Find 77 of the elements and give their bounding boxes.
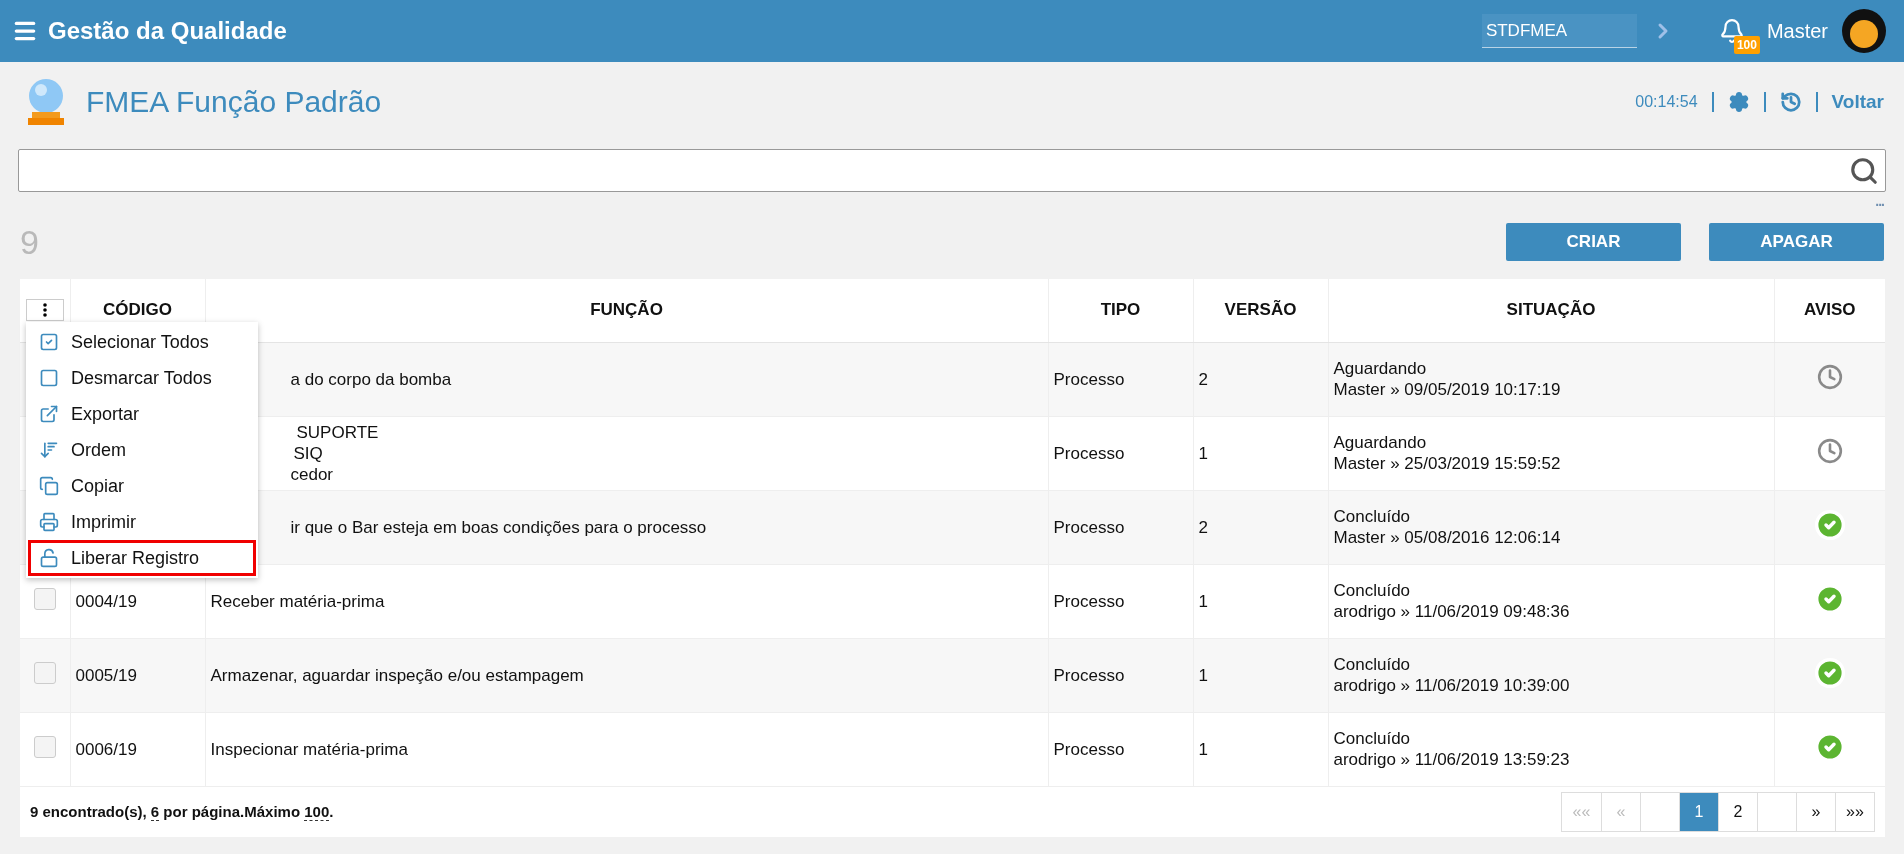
avatar[interactable] — [1842, 9, 1886, 53]
table-cell: Processo — [1053, 665, 1125, 685]
maximum-link[interactable]: 100 — [304, 803, 330, 821]
record-count: 9 — [20, 222, 40, 262]
table-cell: 0005/19 — [75, 665, 137, 685]
status-text: Aguardando — [1333, 432, 1428, 453]
table-cell: Processo — [1053, 517, 1125, 537]
external-link-icon — [39, 404, 59, 424]
table-cell: 0004/19 — [75, 591, 137, 611]
checked-box-icon — [39, 332, 59, 352]
table-cell-text: Receber matéria-prima — [210, 590, 386, 612]
row-checkbox[interactable] — [33, 661, 56, 684]
table-cell: 1 — [1198, 739, 1208, 759]
status-author-date: Master » 09/05/2019 10:17:19 — [1333, 379, 1562, 400]
clock-icon — [1816, 437, 1843, 464]
table-cell-text: Inspecionar matéria-prima — [210, 738, 409, 760]
table-cell: 1 — [1198, 665, 1208, 685]
column-header[interactable]: SITUAÇÃO — [1328, 279, 1774, 342]
table-cell-text: ir que o Bar esteja em boas condições para o processo — [289, 516, 708, 538]
table-cell: Processo — [1053, 739, 1125, 759]
clock-icon — [1816, 363, 1843, 390]
status-text: Concluído — [1333, 728, 1412, 749]
column-header[interactable]: AVISO — [1774, 279, 1885, 342]
menu-item[interactable]: Imprimir — [28, 504, 256, 540]
menu-item[interactable]: Desmarcar Todos — [28, 360, 256, 396]
table-cell: 0006/19 — [75, 739, 137, 759]
table-cell-text: a do corpo da bomba — [289, 368, 453, 390]
menu-item[interactable]: Exportar — [28, 396, 256, 432]
check-circle-icon — [1813, 508, 1846, 541]
create-button[interactable]: CRIAR — [1506, 223, 1681, 261]
column-header[interactable]: VERSÃO — [1193, 279, 1328, 342]
kebab-icon — [42, 303, 47, 318]
unlocked-padlock-icon — [39, 548, 59, 568]
row-checkbox[interactable] — [33, 735, 56, 758]
table-cell-text: SUPORTE SIQ cedor — [289, 421, 380, 485]
settings-icon[interactable] — [1727, 91, 1750, 113]
status-author-date: arodrigo » 11/06/2019 09:48:36 — [1333, 601, 1571, 622]
sort-icon — [39, 440, 59, 460]
table-cell-text: Armazenar, aguardar inspeção e/ou estampagem — [210, 664, 585, 686]
crystal-ball-icon — [26, 78, 66, 126]
page-title: FMEA Função Padrão — [86, 85, 383, 119]
row-checkbox[interactable] — [33, 587, 56, 610]
notification-badge: 100 — [1733, 36, 1760, 54]
printer-icon — [39, 512, 59, 532]
table-cell: 2 — [1198, 517, 1208, 537]
column-header[interactable]: TIPO — [1048, 279, 1193, 342]
status-author-date: arodrigo » 11/06/2019 13:59:23 — [1333, 749, 1571, 770]
delete-button[interactable]: APAGAR — [1709, 223, 1884, 261]
status-text: Concluído — [1333, 506, 1412, 527]
menu-item[interactable]: Copiar — [28, 468, 256, 504]
status-text: Aguardando — [1333, 358, 1428, 379]
table-cell: Processo — [1053, 443, 1125, 463]
search-field[interactable] — [18, 149, 1886, 192]
menu-item[interactable]: Liberar Registro — [28, 540, 256, 576]
status-author-date: Master » 05/08/2016 12:06:14 — [1333, 527, 1562, 548]
search-icon[interactable] — [1849, 155, 1879, 186]
per-page-link[interactable]: 6 — [150, 803, 160, 821]
user-name[interactable]: Master — [1766, 19, 1828, 43]
status-text: Concluído — [1333, 654, 1412, 675]
table-cell: 2 — [1198, 369, 1208, 389]
status-text: Concluído — [1333, 580, 1412, 601]
empty-box-icon — [39, 368, 59, 388]
history-icon[interactable] — [1779, 91, 1802, 113]
status-author-date: arodrigo » 11/06/2019 10:39:00 — [1333, 675, 1571, 696]
table-cell: Processo — [1053, 591, 1125, 611]
row-menu-button[interactable] — [25, 299, 64, 322]
table-cell: Processo — [1053, 369, 1125, 389]
copy-icon — [39, 476, 59, 496]
menu-item[interactable]: Ordem — [28, 432, 256, 468]
status-author-date: Master » 25/03/2019 15:59:52 — [1333, 453, 1562, 474]
results-summary: 9 encontrado(s), 6 por página.Máximo 100. — [30, 803, 335, 820]
table-cell: 1 — [1198, 443, 1208, 463]
app-title: Gestão da Qualidade — [48, 17, 288, 45]
page-link[interactable]: 1 — [1679, 792, 1718, 831]
session-timer: 00:14:54 — [1635, 93, 1698, 111]
check-circle-icon — [1813, 656, 1846, 689]
table-cell: 1 — [1198, 591, 1208, 611]
